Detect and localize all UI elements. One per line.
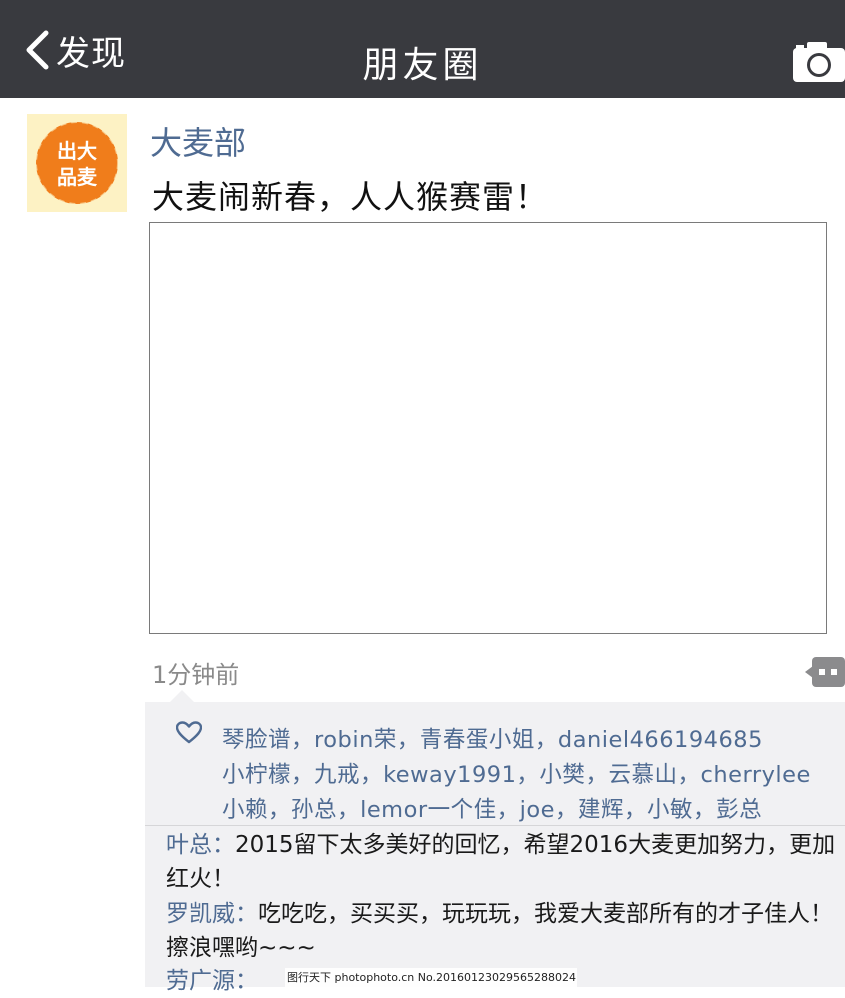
comment-text: 吃吃吃，买买买，玩玩玩，我爱大麦部所有的才子佳人！擦浪嘿哟~~~ xyxy=(166,901,833,961)
post-timestamp: 1分钟前 xyxy=(152,661,240,689)
like-name[interactable]: 小敏 xyxy=(647,797,693,823)
likes-row-1: 琴脸谱，robin荣，青春蛋小姐，daniel466194685 xyxy=(222,727,763,753)
likes-row-2: 小柠檬，九戒，keway1991，小樊，云慕山，cherrylee xyxy=(222,762,811,788)
avatar-logo-line2: 品麦 xyxy=(57,165,98,189)
avatar-logo-line1: 出大 xyxy=(57,139,97,163)
comment-item[interactable]: 叶总：2015留下太多美好的回忆，希望2016大麦更加努力，更加红火！ xyxy=(166,828,838,896)
like-name[interactable]: 九戒 xyxy=(314,762,360,788)
damai-logo: 出大 品麦 xyxy=(35,121,119,205)
user-avatar[interactable]: 出大 品麦 xyxy=(27,114,127,212)
like-name[interactable]: 云慕山 xyxy=(608,762,677,788)
post-image-placeholder[interactable] xyxy=(149,222,827,634)
like-name[interactable]: daniel466194685 xyxy=(558,727,763,753)
like-name[interactable]: 小樊 xyxy=(539,762,585,788)
like-name[interactable]: cherrylee xyxy=(700,762,810,788)
comment-menu-button[interactable] xyxy=(805,655,845,689)
comment-text: 2015留下太多美好的回忆，希望2016大麦更加努力，更加红火！ xyxy=(166,832,836,892)
post-author-name[interactable]: 大麦部 xyxy=(150,118,246,164)
like-name[interactable]: keway1991 xyxy=(383,762,516,788)
like-name[interactable]: lemor一个佳 xyxy=(360,797,497,823)
like-name[interactable]: 彭总 xyxy=(716,797,762,823)
likes-comments-divider xyxy=(145,825,845,826)
like-name[interactable]: 小柠檬 xyxy=(222,762,291,788)
like-name[interactable]: 青春蛋小姐 xyxy=(420,727,535,753)
like-name[interactable]: 小赖 xyxy=(222,797,268,823)
watermark-strip: 图行天下 photophoto.cn No.201601230295652880… xyxy=(285,968,577,987)
like-name[interactable]: robin荣 xyxy=(314,727,397,753)
camera-button[interactable] xyxy=(793,40,845,84)
top-navigation-bar: 发现 朋友圈 xyxy=(0,0,845,98)
comment-bubble-icon xyxy=(805,657,845,687)
like-name[interactable]: 孙总 xyxy=(291,797,337,823)
comment-item[interactable]: 罗凯威：吃吃吃，买买买，玩玩玩，我爱大麦部所有的才子佳人！擦浪嘿哟~~~ xyxy=(166,897,838,965)
heart-outline-icon xyxy=(176,721,202,744)
like-name[interactable]: 琴脸谱 xyxy=(222,727,291,753)
comment-author[interactable]: 劳广源 xyxy=(166,968,235,994)
comment-author[interactable]: 叶总 xyxy=(166,832,212,858)
likes-row-3: 小赖，孙总，lemor一个佳，joe，建辉，小敏，彭总 xyxy=(222,797,763,823)
panel-pointer xyxy=(170,690,194,702)
page-title: 朋友圈 xyxy=(362,45,483,86)
camera-icon xyxy=(793,42,845,82)
comment-author[interactable]: 罗凯威 xyxy=(166,901,235,927)
like-name[interactable]: 建辉 xyxy=(578,797,624,823)
like-name[interactable]: joe xyxy=(520,797,555,823)
post-text: 大麦闹新春，人人猴赛雷！ xyxy=(152,178,549,216)
